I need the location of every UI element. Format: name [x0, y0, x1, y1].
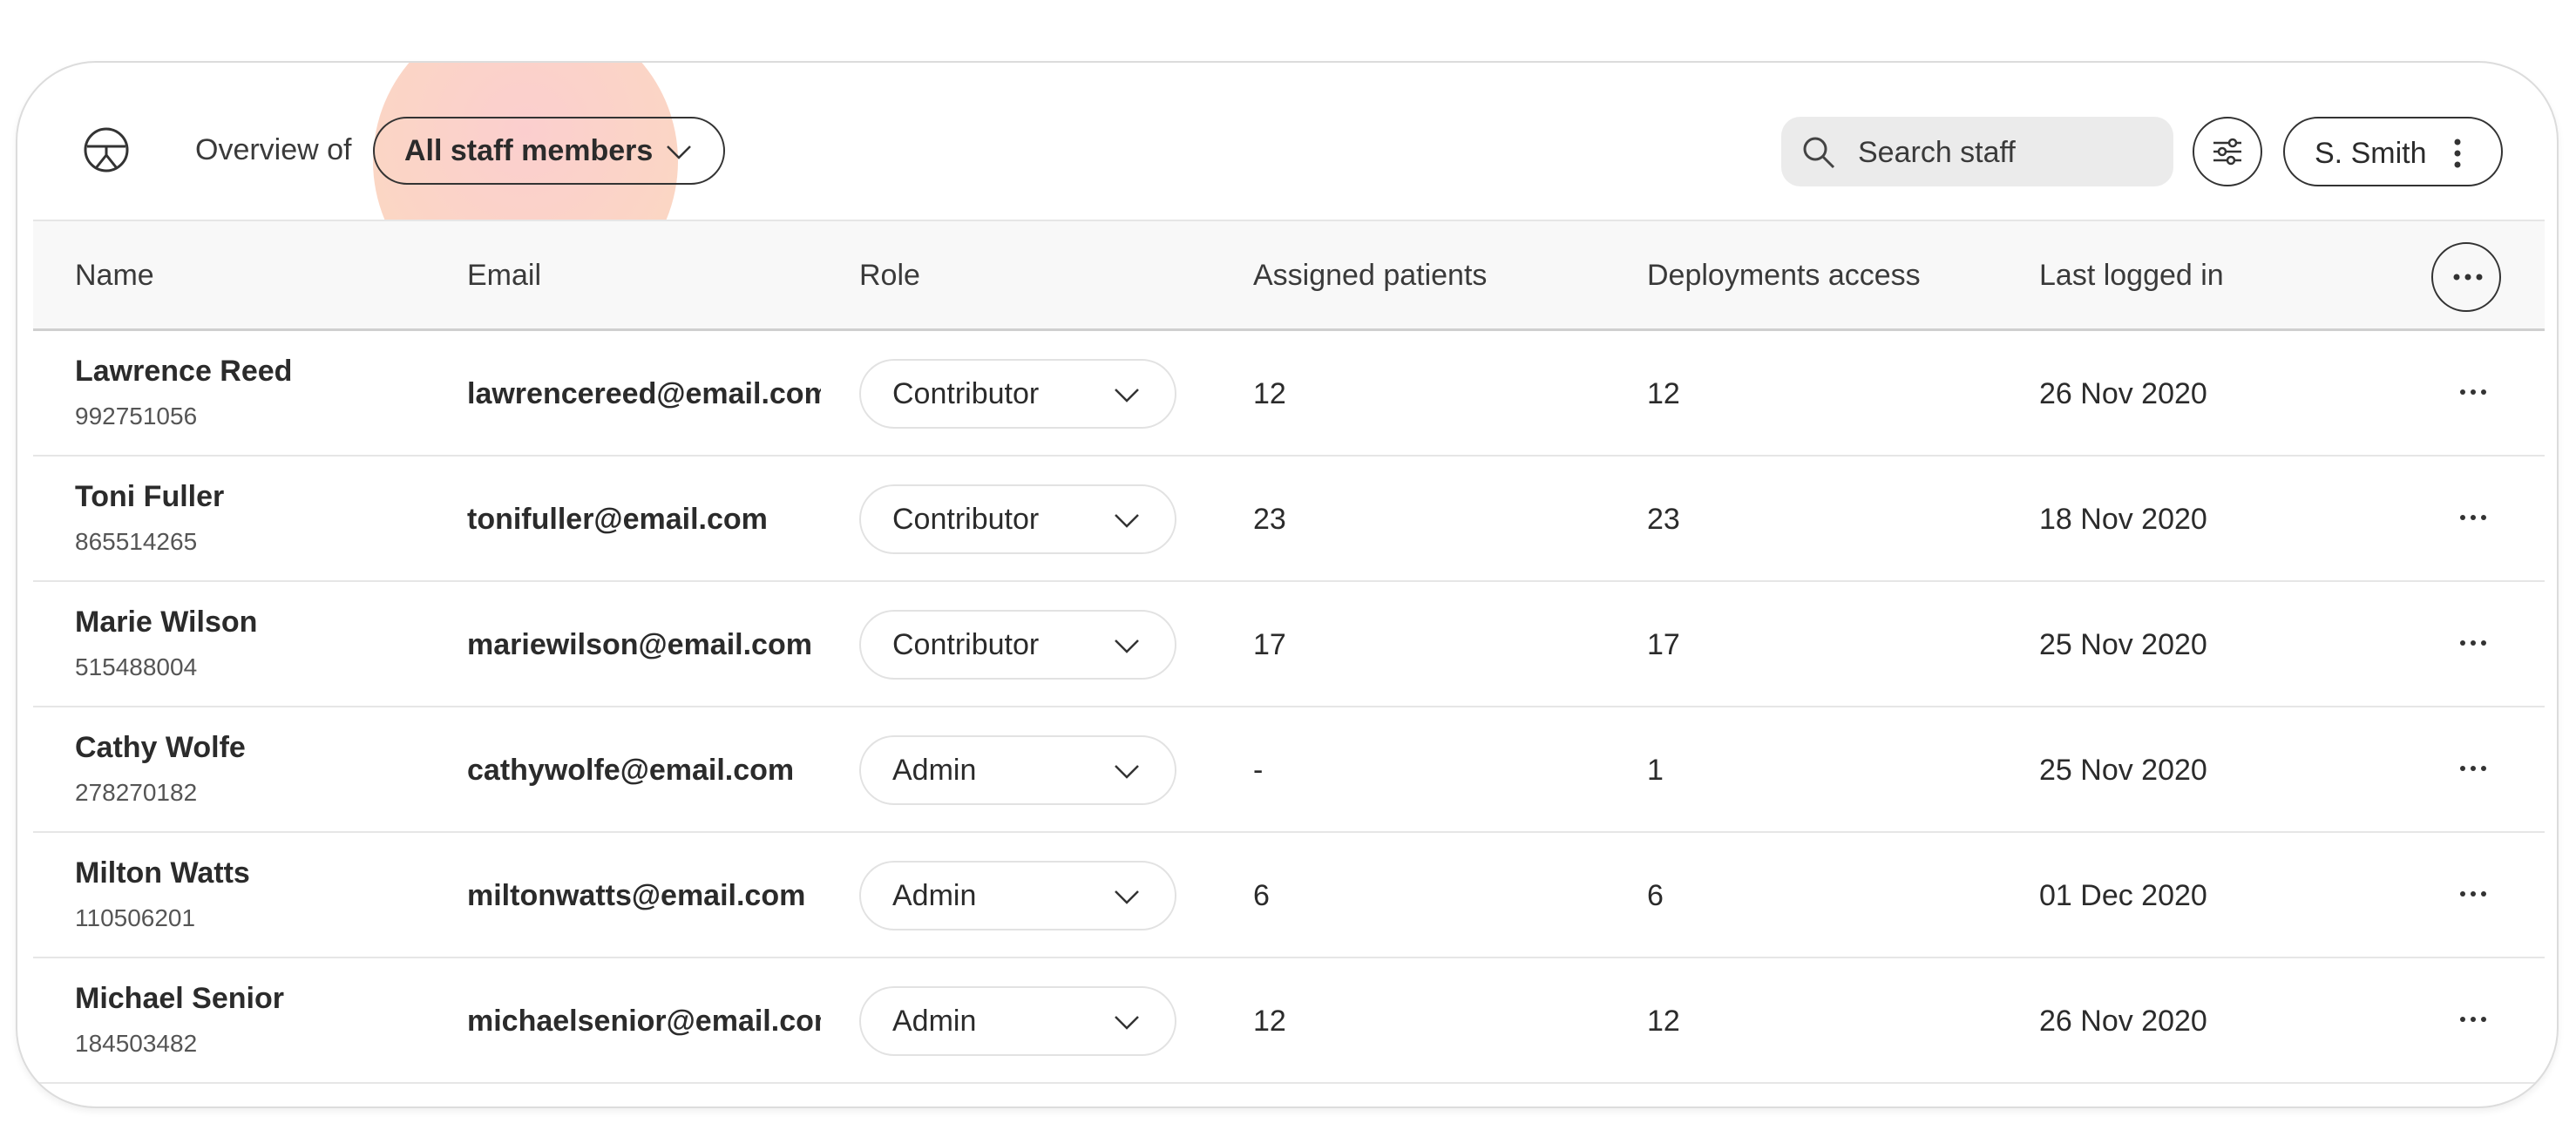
chevron-down-icon	[1115, 639, 1139, 653]
role-value: Admin	[892, 754, 977, 787]
table-header: Name Email Role Assigned patients Deploy…	[33, 220, 2545, 331]
deployments-access-count: 17	[1647, 628, 1680, 661]
staff-name[interactable]: Michael Senior	[75, 981, 284, 1016]
overview-label: Overview of	[195, 133, 352, 166]
assigned-patients-count: -	[1253, 754, 1264, 787]
last-logged-in-date: 18 Nov 2020	[2039, 503, 2207, 536]
last-logged-in-date: 25 Nov 2020	[2039, 628, 2207, 661]
column-options-button[interactable]	[2431, 242, 2501, 312]
column-header-name[interactable]: Name	[75, 258, 154, 293]
staff-email: lawrencereed@email.com	[467, 377, 821, 410]
staff-email: miltonwatts@email.com	[467, 879, 806, 912]
last-logged-in-date: 25 Nov 2020	[2039, 754, 2207, 787]
role-dropdown[interactable]: Admin	[859, 986, 1176, 1056]
row-options-icon[interactable]	[2459, 512, 2487, 523]
role-value: Admin	[892, 879, 977, 912]
user-name: S. Smith	[2315, 137, 2427, 170]
chevron-down-icon	[1115, 389, 1139, 403]
assigned-patients-count: 12	[1253, 377, 1286, 410]
table-row[interactable]: Marie Wilson 515488004 mariewilson@email.c…	[33, 582, 2545, 707]
staff-id: 865514265	[75, 528, 198, 555]
deployments-access-count: 6	[1647, 879, 1664, 912]
horizontal-dots-icon	[2453, 274, 2483, 281]
staff-id: 515488004	[75, 653, 198, 680]
staff-id: 992751056	[75, 403, 198, 430]
chevron-down-icon	[1115, 514, 1139, 528]
staff-email: michaelsenior@email.com	[467, 1005, 821, 1038]
search-icon	[1803, 137, 1835, 169]
staff-email: mariewilson@email.com	[467, 628, 812, 661]
assigned-patients-count: 23	[1253, 503, 1286, 536]
table-row[interactable]: Michael Senior 184503482 michaelsenior@ema…	[33, 958, 2545, 1084]
staff-name[interactable]: Toni Fuller	[75, 479, 224, 514]
column-header-last-logged-in[interactable]: Last logged in	[2039, 258, 2224, 293]
table-row[interactable]: Milton Watts 110506201 miltonwatts@email.c…	[33, 833, 2545, 958]
deployments-access-count: 23	[1647, 503, 1680, 536]
staff-name[interactable]: Marie Wilson	[75, 605, 257, 639]
row-options-icon[interactable]	[2459, 1014, 2487, 1025]
last-logged-in-date: 01 Dec 2020	[2039, 879, 2207, 912]
toolbar: Overview of All staff members Search sta…	[17, 63, 2557, 314]
chevron-down-icon	[1115, 1016, 1139, 1030]
staff-id: 184503482	[75, 1030, 198, 1057]
row-options-icon[interactable]	[2459, 387, 2487, 397]
table-row[interactable]: Toni Fuller 865514265 tonifuller@email.com…	[33, 457, 2545, 582]
role-value: Contributor	[892, 503, 1040, 536]
chevron-down-icon	[1115, 765, 1139, 779]
deployments-access-count: 12	[1647, 377, 1680, 410]
vertical-dots-icon	[2454, 139, 2461, 168]
staff-overview-card: Overview of All staff members Search sta…	[16, 61, 2559, 1108]
deployments-access-count: 12	[1647, 1005, 1680, 1038]
logo-icon[interactable]	[82, 125, 131, 174]
column-header-role[interactable]: Role	[859, 258, 920, 293]
role-dropdown[interactable]: Contributor	[859, 359, 1176, 429]
staff-id: 110506201	[75, 904, 196, 931]
staff-id: 278270182	[75, 779, 198, 806]
table-row[interactable]: Cathy Wolfe 278270182 cathywolfe@email.com…	[33, 707, 2545, 833]
role-dropdown[interactable]: Contributor	[859, 484, 1176, 554]
assigned-patients-count: 12	[1253, 1005, 1286, 1038]
role-value: Admin	[892, 1005, 977, 1038]
column-header-email[interactable]: Email	[467, 258, 541, 293]
user-menu-button[interactable]: S. Smith	[2283, 117, 2503, 186]
column-header-assigned-patients[interactable]: Assigned patients	[1253, 258, 1487, 293]
row-options-icon[interactable]	[2459, 638, 2487, 648]
filter-button[interactable]	[2193, 117, 2262, 186]
role-value: Contributor	[892, 377, 1040, 410]
role-dropdown[interactable]: Admin	[859, 861, 1176, 930]
row-options-icon[interactable]	[2459, 763, 2487, 774]
search-input[interactable]	[1856, 129, 2156, 176]
role-dropdown[interactable]: Contributor	[859, 610, 1176, 680]
table-row[interactable]: Lawrence Reed 992751056 lawrencereed@email…	[33, 331, 2545, 457]
last-logged-in-date: 26 Nov 2020	[2039, 377, 2207, 410]
assigned-patients-count: 6	[1253, 879, 1270, 912]
deployments-access-count: 1	[1647, 754, 1664, 787]
role-value: Contributor	[892, 628, 1040, 661]
sliders-icon	[2213, 138, 2241, 166]
last-logged-in-date: 26 Nov 2020	[2039, 1005, 2207, 1038]
staff-email: tonifuller@email.com	[467, 503, 768, 536]
row-options-icon[interactable]	[2459, 889, 2487, 899]
staff-name[interactable]: Cathy Wolfe	[75, 730, 246, 765]
assigned-patients-count: 17	[1253, 628, 1286, 661]
staff-name[interactable]: Lawrence Reed	[75, 354, 292, 389]
column-header-deployments-access[interactable]: Deployments access	[1647, 258, 1921, 293]
staff-filter-dropdown[interactable]: All staff members	[373, 117, 725, 185]
chevron-down-icon	[667, 145, 691, 159]
role-dropdown[interactable]: Admin	[859, 735, 1176, 805]
staff-name[interactable]: Milton Watts	[75, 856, 250, 890]
search-box[interactable]	[1781, 117, 2173, 186]
staff-filter-label: All staff members	[404, 133, 654, 167]
chevron-down-icon	[1115, 890, 1139, 904]
staff-email: cathywolfe@email.com	[467, 754, 795, 787]
